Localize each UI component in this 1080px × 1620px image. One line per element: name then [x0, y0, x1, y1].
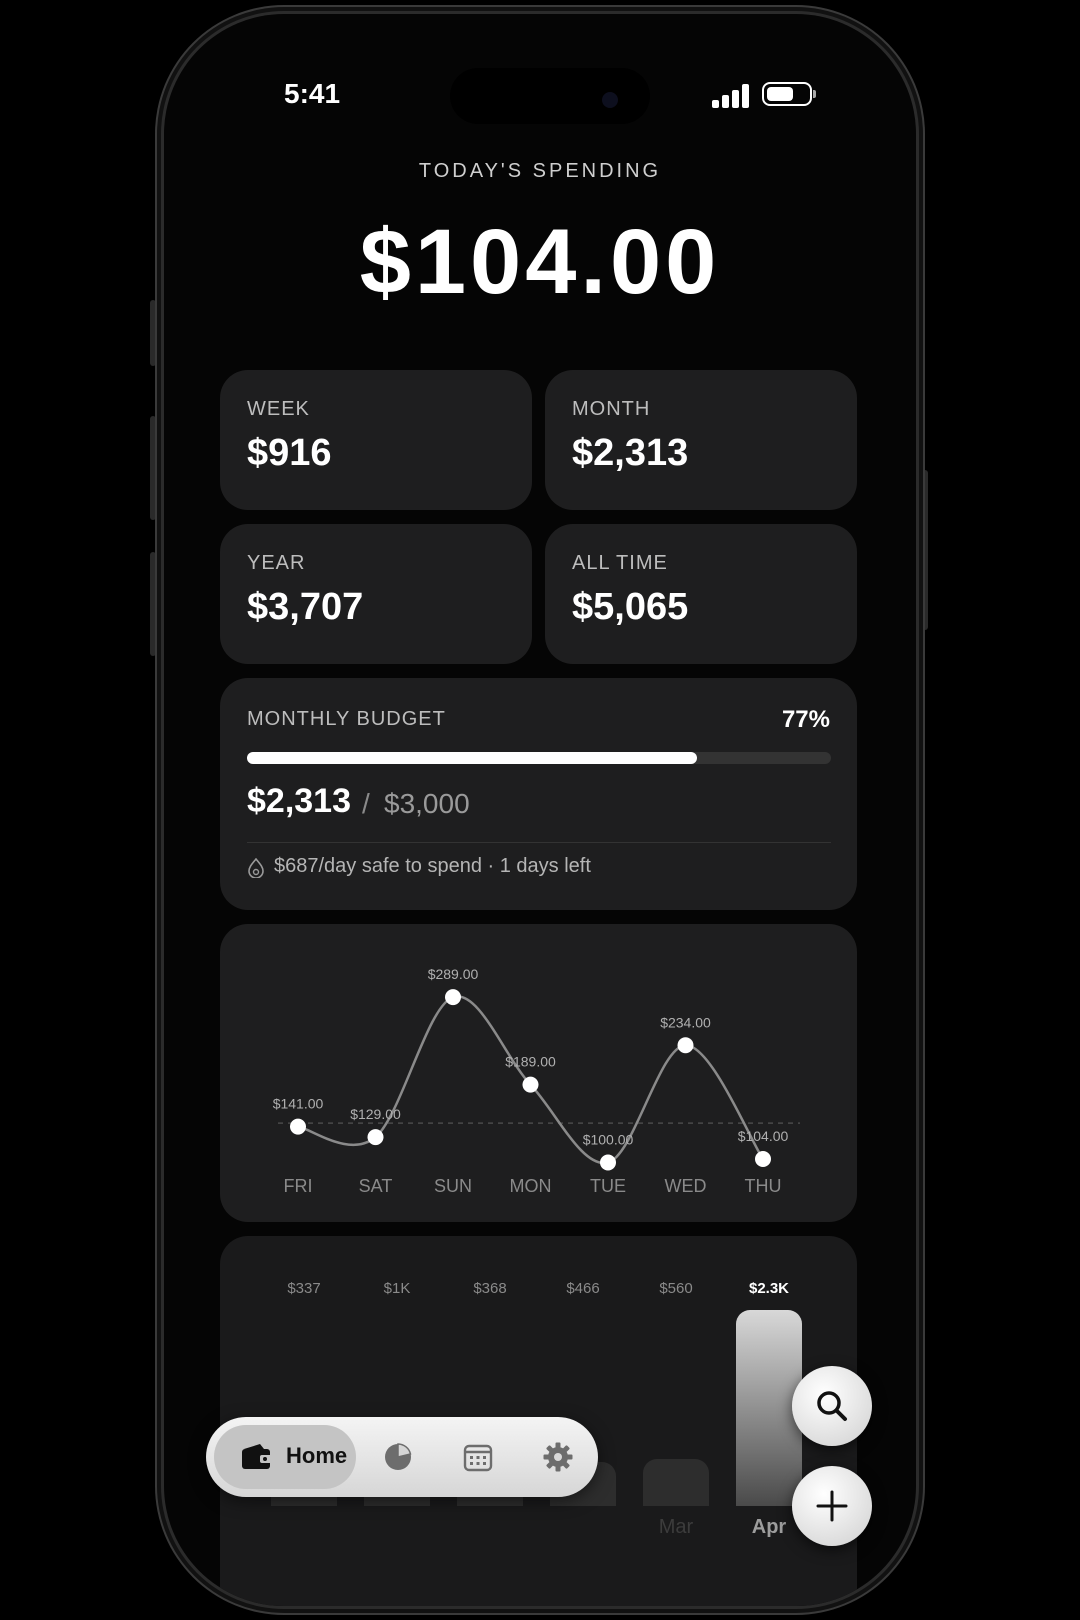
- camera-icon: [602, 92, 618, 108]
- bar-value-label: $337: [287, 1280, 321, 1297]
- budget-progress-fill: [247, 752, 697, 764]
- day-label: THU: [745, 1176, 782, 1196]
- budget-progress-bar: [247, 752, 831, 764]
- stat-value: $3,707: [247, 586, 364, 628]
- day-label: MON: [510, 1176, 552, 1196]
- month-label: Mar: [658, 1516, 694, 1538]
- day-label: FRI: [284, 1176, 313, 1196]
- bar-value-label: $2.3K: [748, 1280, 790, 1297]
- flame-icon: [248, 858, 264, 878]
- stat-card-year[interactable]: YEAR $3,707: [220, 524, 532, 664]
- power-button: [922, 470, 928, 630]
- budget-percent: 77%: [781, 706, 830, 733]
- divider: [247, 842, 831, 843]
- point-label: $104.00: [738, 1128, 789, 1144]
- budget-note: $687/day safe to spend · 1 days left: [274, 855, 591, 877]
- bar-value-label: $560: [659, 1280, 693, 1297]
- bar-value-label: $1K: [383, 1280, 411, 1297]
- search-button[interactable]: [792, 1366, 872, 1446]
- stat-label: YEAR: [247, 552, 306, 574]
- day-label: WED: [665, 1176, 707, 1196]
- stat-value: $5,065: [572, 586, 689, 628]
- stat-value: $916: [247, 432, 332, 474]
- bar-value-label: $466: [566, 1280, 600, 1297]
- battery-icon: [762, 82, 816, 106]
- pie-chart-icon[interactable]: [382, 1441, 414, 1473]
- daily-spending-chart[interactable]: $141.00 FRI $129.00 SAT $289.00 SUN $189.00 MON…: [220, 924, 857, 1222]
- stat-card-all-time[interactable]: ALL TIME $5,065: [545, 524, 857, 664]
- day-label: TUE: [590, 1176, 626, 1196]
- data-point[interactable]: [677, 1037, 694, 1054]
- data-point[interactable]: [522, 1076, 539, 1093]
- data-point[interactable]: [755, 1151, 771, 1167]
- point-label: $141.00: [273, 1096, 324, 1112]
- stat-label: WEEK: [247, 398, 310, 420]
- day-label: SUN: [434, 1176, 472, 1196]
- mute-switch: [150, 300, 156, 366]
- status-time: 5:41: [284, 78, 341, 109]
- stat-label: ALL TIME: [572, 552, 668, 574]
- data-point[interactable]: [290, 1118, 306, 1135]
- wallet-icon: [242, 1444, 272, 1469]
- phone-frame: 5:41 TODAY'S SPENDING $104.00 WEEK $916 …: [164, 14, 916, 1606]
- add-expense-button[interactable]: [792, 1466, 872, 1546]
- day-label: SAT: [359, 1176, 393, 1196]
- signal-icon: [712, 82, 752, 108]
- budget-total: $3,000: [384, 788, 470, 819]
- stat-card-week[interactable]: WEEK $916: [220, 370, 532, 510]
- gear-icon[interactable]: [542, 1441, 574, 1473]
- dynamic-island: [450, 68, 650, 124]
- volume-up-button: [150, 416, 156, 520]
- volume-down-button: [150, 552, 156, 656]
- point-label: $129.00: [350, 1106, 401, 1122]
- tab-home-label: Home: [286, 1443, 348, 1468]
- point-label: $189.00: [505, 1054, 556, 1070]
- tab-home[interactable]: Home: [214, 1425, 356, 1489]
- stat-value: $2,313: [572, 432, 689, 474]
- search-icon: [817, 1391, 847, 1421]
- plus-icon: [816, 1490, 848, 1522]
- bar-value-label: $368: [473, 1280, 507, 1297]
- point-label: $234.00: [660, 1014, 711, 1030]
- point-label: $100.00: [583, 1132, 634, 1148]
- app-screen: 5:41 TODAY'S SPENDING $104.00 WEEK $916 …: [164, 14, 916, 1606]
- budget-spent: $2,313: [247, 782, 351, 820]
- data-point[interactable]: [445, 989, 461, 1006]
- stat-label: MONTH: [572, 398, 651, 420]
- line-chart-svg: $141.00 FRI $129.00 SAT $289.00 SUN $189.00 MON…: [273, 966, 800, 1196]
- today-spending-label: TODAY'S SPENDING: [418, 160, 662, 182]
- tab-bar: Home: [206, 1417, 598, 1497]
- budget-separator: /: [362, 788, 370, 819]
- data-point[interactable]: [367, 1129, 384, 1146]
- monthly-budget-card[interactable]: MONTHLY BUDGET 77% $2,313 / $3,000 $687/…: [220, 678, 857, 910]
- calendar-icon[interactable]: [462, 1441, 494, 1473]
- today-spending-amount: $104.00: [359, 211, 721, 313]
- data-point[interactable]: [600, 1154, 616, 1171]
- point-label: $289.00: [428, 966, 479, 982]
- budget-label: MONTHLY BUDGET: [247, 708, 446, 730]
- month-bar[interactable]: [643, 1458, 709, 1506]
- stat-card-month[interactable]: MONTH $2,313: [545, 370, 857, 510]
